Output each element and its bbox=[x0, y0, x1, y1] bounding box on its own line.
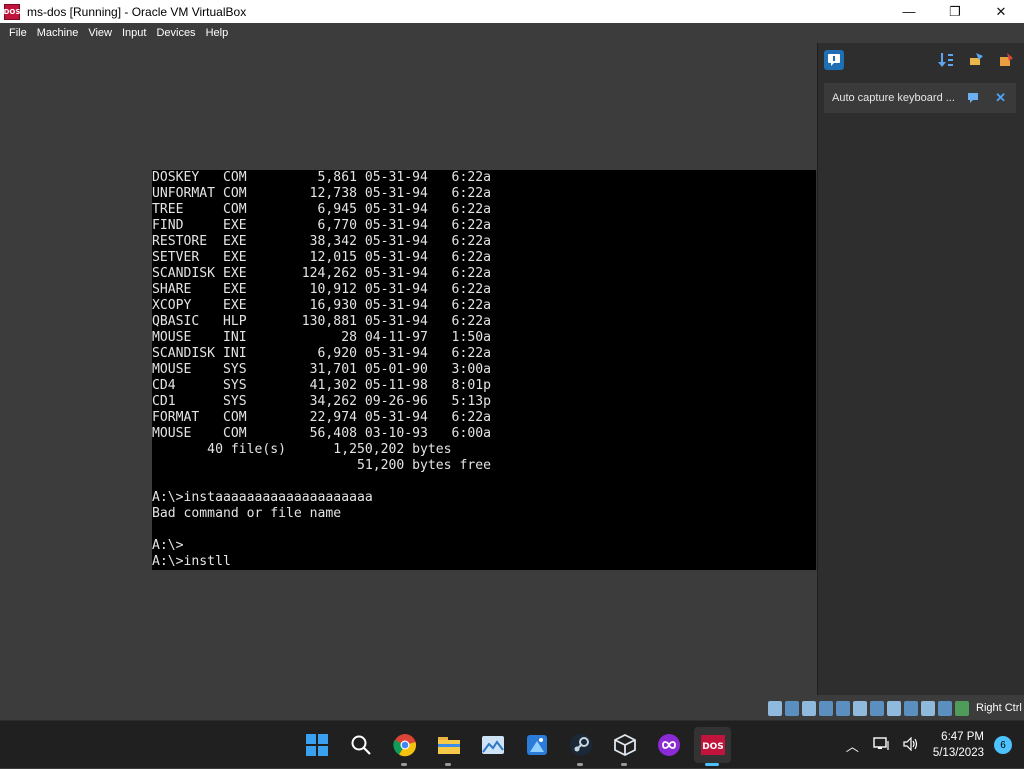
dos-line: MOUSE SYS 31,701 05-01-90 3:00a bbox=[152, 362, 491, 377]
svg-text:DOS: DOS bbox=[702, 742, 724, 752]
network-icon[interactable] bbox=[836, 701, 850, 716]
title-bar: DOS ms-dos [Running] - Oracle VM Virtual… bbox=[0, 0, 1024, 23]
notice-text: Auto capture keyboard ... bbox=[832, 92, 955, 104]
dos-line: 51,200 bytes free bbox=[152, 458, 491, 473]
dos-console-output: DOSKEY COM 5,861 05-31-94 6:22a UNFORMAT … bbox=[152, 170, 491, 570]
dos-line: A:\> bbox=[152, 538, 184, 553]
window-controls: — ❐ ✕ bbox=[886, 0, 1024, 23]
panel-actions bbox=[936, 50, 1016, 70]
floppy-drive-icon[interactable] bbox=[802, 701, 816, 716]
sort-icon[interactable] bbox=[936, 50, 956, 70]
menu-file[interactable]: File bbox=[4, 27, 32, 39]
clock-time: 6:47 PM bbox=[941, 731, 984, 743]
vm-status-bar: Right Ctrl bbox=[0, 698, 1024, 720]
network-icon[interactable] bbox=[873, 736, 889, 754]
video-capture-icon[interactable] bbox=[904, 701, 918, 716]
virtualization-icon[interactable] bbox=[921, 701, 935, 716]
virtualbox-icon[interactable] bbox=[606, 727, 643, 766]
close-notice-icon[interactable]: ✕ bbox=[995, 90, 1006, 106]
usb-icon[interactable] bbox=[853, 701, 867, 716]
dos-line: A:\>instaaaaaaaaaaaaaaaaaaaa bbox=[152, 490, 373, 505]
optical-drive-icon[interactable] bbox=[785, 701, 799, 716]
clock-date: 5/13/2023 bbox=[932, 747, 984, 759]
dos-line: TREE COM 6,945 05-31-94 6:22a bbox=[152, 202, 491, 217]
dos-line: MOUSE COM 56,408 03-10-93 6:00a bbox=[152, 426, 491, 441]
panel-toolbar bbox=[818, 43, 1024, 77]
guest-display[interactable]: DOSKEY COM 5,861 05-31-94 6:22a UNFORMAT … bbox=[152, 170, 816, 570]
system-tray: ︿ 6:47 PM 5/13/2023 6 bbox=[846, 721, 1024, 769]
dos-line: XCOPY EXE 16,930 05-31-94 6:22a bbox=[152, 298, 491, 313]
acknowledge-icon[interactable] bbox=[966, 91, 980, 105]
dos-line: UNFORMAT COM 12,738 05-31-94 6:22a bbox=[152, 186, 491, 201]
infinity-app-icon[interactable] bbox=[650, 727, 687, 763]
photos-icon[interactable] bbox=[474, 727, 511, 763]
dos-line: A:\>instll bbox=[152, 554, 231, 569]
display-icon[interactable] bbox=[887, 701, 901, 716]
info-icon[interactable] bbox=[824, 50, 844, 70]
ms-dos-vm-icon[interactable]: DOS bbox=[694, 727, 731, 766]
dos-line: 40 file(s) 1,250,202 bytes bbox=[152, 442, 452, 457]
start-button[interactable] bbox=[298, 727, 335, 763]
dos-line: RESTORE EXE 38,342 05-31-94 6:22a bbox=[152, 234, 491, 249]
auto-capture-keyboard-notice[interactable]: Auto capture keyboard ... ✕ bbox=[824, 83, 1016, 113]
running-indicator bbox=[621, 763, 627, 766]
running-indicator bbox=[705, 763, 719, 766]
dos-line: FORMAT COM 22,974 05-31-94 6:22a bbox=[152, 410, 491, 425]
windows-taskbar: DOS ︿ 6:47 PM 5/13/2023 6 bbox=[0, 720, 1024, 768]
status-indicators bbox=[768, 701, 969, 716]
taskbar-apps: DOS bbox=[298, 727, 731, 766]
chevron-up-icon[interactable]: ︿ bbox=[846, 736, 859, 755]
dos-line: SCANDISK INI 6,920 05-31-94 6:22a bbox=[152, 346, 491, 361]
hard-disk-icon[interactable] bbox=[768, 701, 782, 716]
close-button[interactable]: ✕ bbox=[978, 0, 1024, 23]
dos-line: SHARE EXE 10,912 05-31-94 6:22a bbox=[152, 282, 491, 297]
running-indicator bbox=[401, 763, 407, 766]
dos-line: QBASIC HLP 130,881 05-31-94 6:22a bbox=[152, 314, 491, 329]
menu-help[interactable]: Help bbox=[201, 27, 234, 39]
menu-devices[interactable]: Devices bbox=[151, 27, 200, 39]
shared-folders-icon[interactable] bbox=[870, 701, 884, 716]
virtualbox-dos-icon: DOS bbox=[4, 3, 20, 20]
host-key-label: Right Ctrl bbox=[976, 702, 1022, 714]
dos-line: CD4 SYS 41,302 05-11-98 8:01p bbox=[152, 378, 491, 393]
menu-input[interactable]: Input bbox=[117, 27, 151, 39]
pin-icon[interactable] bbox=[966, 50, 986, 70]
notification-center-panel: Auto capture keyboard ... ✕ bbox=[817, 43, 1024, 695]
window-title: ms-dos [Running] - Oracle VM VirtualBox bbox=[27, 4, 247, 19]
mouse-integration-icon[interactable] bbox=[938, 701, 952, 716]
audio-icon[interactable] bbox=[819, 701, 833, 716]
search-icon[interactable] bbox=[342, 727, 379, 763]
minimize-button[interactable]: — bbox=[886, 0, 932, 23]
delete-all-icon[interactable] bbox=[996, 50, 1016, 70]
steam-icon[interactable] bbox=[562, 727, 599, 766]
dos-line bbox=[152, 522, 491, 538]
dos-line: Bad command or file name bbox=[152, 506, 342, 521]
dos-line: MOUSE INI 28 04-11-97 1:50a bbox=[152, 330, 491, 345]
dos-line bbox=[152, 474, 491, 490]
maximize-button[interactable]: ❐ bbox=[932, 0, 978, 23]
dos-line: DOSKEY COM 5,861 05-31-94 6:22a bbox=[152, 170, 491, 185]
notification-count-badge[interactable]: 6 bbox=[994, 736, 1012, 754]
menu-view[interactable]: View bbox=[83, 27, 117, 39]
volume-icon[interactable] bbox=[903, 736, 919, 754]
menu-machine[interactable]: Machine bbox=[32, 27, 84, 39]
dos-line: CD1 SYS 34,262 09-26-96 5:13p bbox=[152, 394, 491, 409]
file-explorer-icon[interactable] bbox=[430, 727, 467, 766]
host-key-icon[interactable] bbox=[955, 701, 969, 716]
paint-icon[interactable] bbox=[518, 727, 555, 763]
menu-bar: File Machine View Input Devices Help bbox=[0, 23, 1024, 42]
windows-logo-icon bbox=[305, 734, 328, 756]
chrome-icon[interactable] bbox=[386, 727, 423, 766]
running-indicator bbox=[445, 763, 451, 766]
dos-line: SCANDISK EXE 124,262 05-31-94 6:22a bbox=[152, 266, 491, 281]
running-indicator bbox=[577, 763, 583, 766]
dos-line: FIND EXE 6,770 05-31-94 6:22a bbox=[152, 218, 491, 233]
taskbar-clock[interactable]: 6:47 PM 5/13/2023 bbox=[933, 729, 984, 761]
dos-line: SETVER EXE 12,015 05-31-94 6:22a bbox=[152, 250, 491, 265]
